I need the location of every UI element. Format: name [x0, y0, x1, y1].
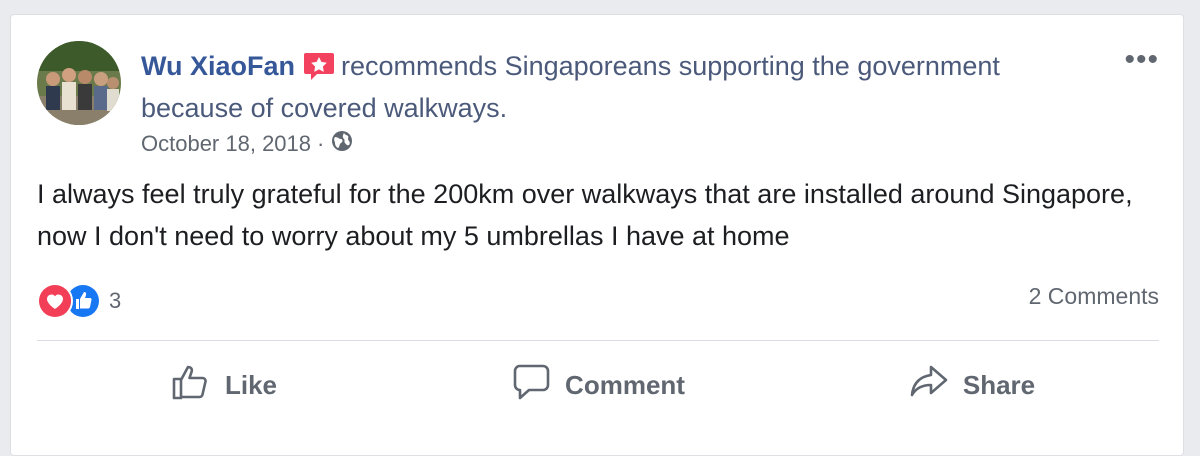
date-separator: · — [317, 131, 325, 156]
share-button[interactable]: Share — [785, 355, 1159, 415]
post-card: Wu XiaoFan recommends Singaporeans suppor… — [10, 14, 1184, 456]
like-button[interactable]: Like — [37, 355, 411, 415]
love-reaction-icon — [37, 283, 73, 319]
action-divider — [37, 340, 1159, 341]
post-date[interactable]: October 18, 2018 — [141, 131, 311, 157]
more-options-icon[interactable]: ••• — [1124, 45, 1159, 75]
comments-count-link[interactable]: 2 Comments — [1029, 283, 1159, 310]
like-label: Like — [224, 369, 278, 400]
post-body: I always feel truly grateful for the 200… — [37, 179, 1133, 251]
post-date-row: October 18, 2018 · — [141, 129, 354, 159]
reactions-summary[interactable]: 3 — [37, 283, 121, 319]
thumbs-up-icon — [171, 363, 225, 408]
comment-bubble-icon — [511, 363, 565, 408]
action-bar: Like Comment Share — [37, 355, 1159, 415]
reaction-count: 3 — [109, 288, 122, 313]
recommend-badge-icon — [303, 51, 335, 81]
comment-button[interactable]: Comment — [411, 355, 785, 415]
post-header: Wu XiaoFan recommends Singaporeans suppor… — [141, 45, 1101, 129]
comment-label: Comment — [565, 369, 685, 400]
author-name[interactable]: Wu XiaoFan — [141, 51, 295, 81]
share-arrow-icon — [909, 363, 963, 408]
share-label: Share — [962, 369, 1036, 400]
avatar[interactable] — [37, 41, 121, 125]
globe-icon — [330, 129, 354, 159]
